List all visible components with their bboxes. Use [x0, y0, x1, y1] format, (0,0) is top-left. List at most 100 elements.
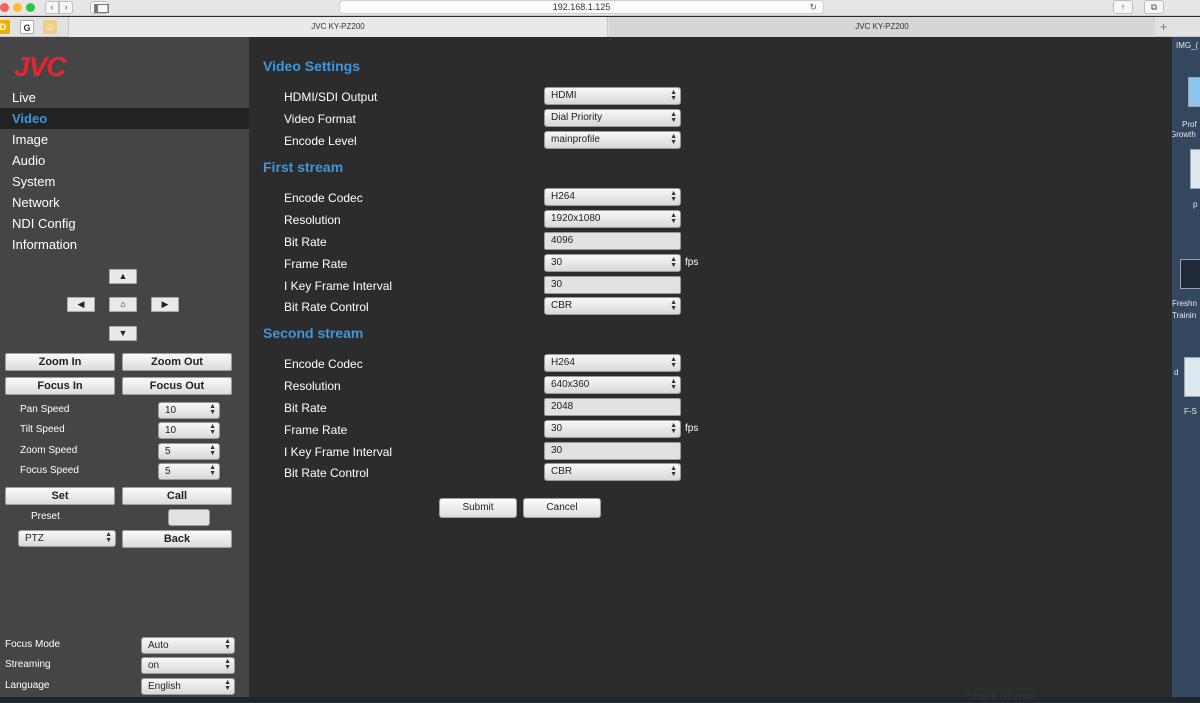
encode-level-select[interactable]: mainprofile ▲ ▼ — [544, 131, 681, 149]
select-arrows-icon: ▲ ▼ — [670, 378, 677, 391]
second-bit-rate-control-select[interactable]: CBR ▲ ▼ — [544, 463, 681, 481]
focus-mode-value: Auto — [148, 640, 169, 651]
select-arrows-icon: ▲ ▼ — [209, 403, 216, 416]
second-resolution-select[interactable]: 640x360 ▲ ▼ — [544, 376, 681, 394]
share-icon[interactable]: ↑ — [1113, 0, 1133, 14]
second-frame-rate-unit: fps — [685, 423, 699, 434]
tilt-speed-select[interactable]: 10 ▲ ▼ — [158, 422, 220, 439]
desktop-file-icon[interactable] — [1184, 357, 1200, 397]
focus-out-button[interactable]: Focus Out — [122, 377, 232, 395]
second-bit-rate-label: Bit Rate — [284, 401, 327, 415]
address-bar[interactable]: 192.168.1.125 ↻ — [339, 0, 824, 14]
submit-button[interactable]: Submit — [439, 498, 517, 518]
zoom-out-button[interactable]: Zoom Out — [122, 353, 232, 371]
pan-left-button[interactable]: ◀ — [67, 297, 95, 312]
sidebar-toggle-icon[interactable] — [90, 1, 109, 14]
close-window-button[interactable] — [0, 3, 9, 12]
select-arrows-icon: ▲ ▼ — [670, 256, 677, 269]
tilt-down-button[interactable]: ▼ — [109, 326, 137, 341]
second-i-key-frame-input[interactable]: 30 — [544, 442, 681, 460]
first-bit-rate-control-value: CBR — [551, 300, 573, 311]
encode-level-value: mainprofile — [551, 134, 600, 145]
desktop-file-icon[interactable] — [1188, 77, 1200, 107]
focus-speed-select[interactable]: 5 ▲ ▼ — [158, 463, 220, 480]
minimize-window-button[interactable] — [13, 3, 22, 12]
first-resolution-select[interactable]: 1920x1080 ▲ ▼ — [544, 210, 681, 228]
set-preset-button[interactable]: Set — [5, 487, 115, 505]
first-encode-codec-select[interactable]: H264 ▲ ▼ — [544, 188, 681, 206]
hdmi-sdi-output-select[interactable]: HDMI ▲ ▼ — [544, 87, 681, 105]
notification-name: Chuck Gloman — [966, 692, 1037, 703]
zoom-window-button[interactable] — [26, 3, 35, 12]
ptz-mode-select[interactable]: PTZ ▲ ▼ — [18, 530, 116, 547]
desktop-label: Growth — [1172, 130, 1196, 139]
menu-item-ndi-config[interactable]: NDI Config — [0, 213, 249, 234]
menu-item-audio[interactable]: Audio — [0, 150, 249, 171]
first-bit-rate-control-label: Bit Rate Control — [284, 300, 369, 314]
select-arrows-icon: ▲ ▼ — [670, 111, 677, 124]
first-encode-codec-value: H264 — [551, 191, 575, 202]
zoom-in-button[interactable]: Zoom In — [5, 353, 115, 371]
cancel-button[interactable]: Cancel — [523, 498, 601, 518]
reload-icon[interactable]: ↻ — [809, 1, 817, 13]
back-icon[interactable]: ‹ — [45, 1, 59, 14]
bookmark-icon[interactable]: D — [0, 20, 10, 34]
second-frame-rate-label: Frame Rate — [284, 423, 348, 437]
first-i-key-frame-input[interactable]: 30 — [544, 276, 681, 294]
new-tab-button[interactable]: + — [1155, 17, 1172, 37]
second-bit-rate-control-value: CBR — [551, 466, 573, 477]
pan-speed-label: Pan Speed — [20, 404, 70, 415]
back-button[interactable]: Back — [122, 530, 232, 548]
jvc-logo: JVC — [14, 51, 66, 82]
desktop-file-icon[interactable] — [1180, 259, 1200, 289]
second-resolution-value: 640x360 — [551, 379, 590, 390]
tilt-up-button[interactable]: ▲ — [109, 269, 137, 284]
streaming-value: on — [148, 660, 160, 671]
language-select[interactable]: English ▲ ▼ — [141, 678, 235, 695]
pan-right-button[interactable]: ▶ — [151, 297, 179, 312]
desktop-label: IMG_( — [1176, 41, 1199, 50]
second-bit-rate-input[interactable]: 2048 — [544, 398, 681, 416]
tab-jvc-2[interactable]: JVC KY-PZ200 — [609, 17, 1155, 37]
focus-in-button[interactable]: Focus In — [5, 377, 115, 395]
first-bit-rate-label: Bit Rate — [284, 235, 327, 249]
select-arrows-icon: ▲ ▼ — [224, 638, 231, 651]
menu-item-information[interactable]: Information — [0, 234, 249, 255]
menu-item-image[interactable]: Image — [0, 129, 249, 150]
second-i-key-frame-label: I Key Frame Interval — [284, 445, 393, 459]
select-arrows-icon: ▲ ▼ — [209, 464, 216, 477]
encode-level-label: Encode Level — [284, 134, 357, 148]
first-bit-rate-input[interactable]: 4096 — [544, 232, 681, 250]
sidebar: JVC Live Video Image Audio System Networ… — [0, 37, 249, 697]
video-format-value: Dial Priority — [551, 112, 603, 123]
desktop-label: p — [1193, 200, 1198, 209]
desktop-file-icon[interactable] — [1190, 149, 1200, 189]
zoom-speed-select[interactable]: 5 ▲ ▼ — [158, 443, 220, 460]
google-bookmark-icon[interactable]: G — [20, 20, 34, 34]
video-format-select[interactable]: Dial Priority ▲ ▼ — [544, 109, 681, 127]
first-stream-title: First stream — [263, 159, 344, 175]
home-button[interactable]: ⌂ — [109, 297, 137, 312]
pan-speed-select[interactable]: 10 ▲ ▼ — [158, 402, 220, 419]
call-preset-button[interactable]: Call — [122, 487, 232, 505]
select-arrows-icon: ▲ ▼ — [670, 190, 677, 203]
first-bit-rate-control-select[interactable]: CBR ▲ ▼ — [544, 297, 681, 315]
select-arrows-icon: ▲ ▼ — [105, 531, 112, 544]
menu-item-system[interactable]: System — [0, 171, 249, 192]
second-frame-rate-select[interactable]: 30 ▲ ▼ — [544, 420, 681, 438]
bookmark-icon[interactable]: ☺ — [43, 20, 57, 34]
home-icon: ⌂ — [120, 299, 126, 309]
menu-item-network[interactable]: Network — [0, 192, 249, 213]
streaming-select[interactable]: on ▲ ▼ — [141, 657, 235, 674]
first-frame-rate-select[interactable]: 30 ▲ ▼ — [544, 254, 681, 272]
tab-jvc-1[interactable]: JVC KY-PZ200 — [68, 17, 608, 37]
menu-item-video[interactable]: Video — [0, 108, 249, 129]
arrow-down-icon: ▼ — [118, 328, 128, 338]
menu-item-live[interactable]: Live — [0, 87, 249, 108]
preset-input[interactable] — [168, 509, 210, 526]
desktop-background: IMG_( Prof Growth p Freshn Trainin d F-S — [1172, 37, 1200, 702]
forward-icon[interactable]: › — [59, 1, 73, 14]
second-encode-codec-select[interactable]: H264 ▲ ▼ — [544, 354, 681, 372]
focus-mode-select[interactable]: Auto ▲ ▼ — [141, 637, 235, 654]
tab-overview-icon[interactable]: ⧉ — [1144, 0, 1164, 14]
